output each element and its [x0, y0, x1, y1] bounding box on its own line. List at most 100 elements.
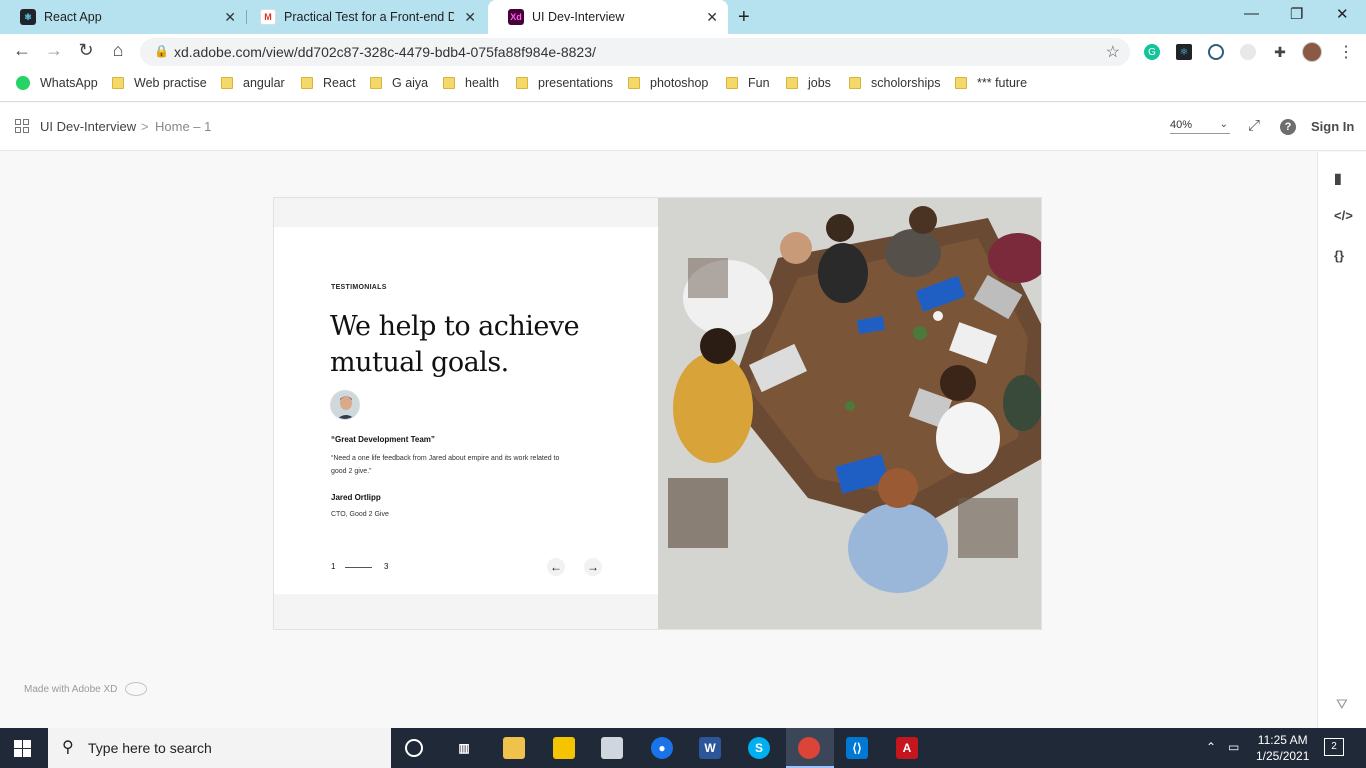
folder-icon — [628, 77, 640, 89]
cortana-icon[interactable] — [405, 739, 423, 757]
made-with-adobe-xd[interactable]: Made with Adobe XD — [24, 682, 148, 696]
url-text[interactable]: xd.adobe.com/view/dd702c87-328c-4479-bdb… — [174, 44, 596, 60]
bookmark-folder[interactable]: health — [443, 76, 499, 90]
browser-menu-icon[interactable]: ⋮ — [1338, 42, 1354, 62]
pager-current: 1 — [331, 562, 336, 571]
bookmark-folder[interactable]: G aiya — [370, 76, 428, 90]
sign-in-button[interactable]: Sign In — [1311, 119, 1354, 134]
quote-title: “Great Development Team” — [331, 435, 435, 444]
file-explorer-icon[interactable] — [503, 737, 525, 759]
extension-gray-icon[interactable] — [1240, 44, 1256, 60]
browser-toolbar: ← → ↻ ⌂ 🔒 xd.adobe.com/view/dd702c87-328… — [0, 34, 1366, 70]
tab-react-app[interactable]: ⚛ React App ✕ — [0, 0, 246, 34]
vscode-icon[interactable]: ⟨⟩ — [846, 737, 868, 759]
next-arrow-icon[interactable]: → — [584, 558, 602, 576]
search-icon: ⚲ — [62, 739, 74, 756]
chevron-up-icon[interactable]: ⌃ — [1206, 740, 1216, 754]
whatsapp-icon — [16, 76, 30, 90]
folder-icon — [221, 77, 233, 89]
home-icon[interactable]: ⌂ — [106, 40, 130, 61]
photos-icon[interactable] — [601, 737, 623, 759]
extension-timer-icon[interactable] — [1208, 44, 1224, 60]
folder-icon — [301, 77, 313, 89]
right-rail: ▮ </> {} — [1317, 152, 1366, 728]
author-name: Jared Ortlipp — [331, 493, 381, 502]
grammarly-icon[interactable]: G — [1144, 44, 1160, 60]
notification-center-icon[interactable]: 2 — [1324, 738, 1344, 756]
previous-arrow-icon[interactable]: ← — [547, 558, 565, 576]
close-window-icon[interactable]: ✕ — [1336, 5, 1349, 23]
pager-divider — [345, 567, 372, 568]
headline-line: We help to achieve — [330, 311, 580, 342]
author-role: CTO, Good 2 Give — [331, 511, 389, 518]
new-tab-button[interactable]: + — [738, 6, 750, 29]
breadcrumb-project[interactable]: UI Dev-Interview — [40, 119, 136, 134]
react-devtools-icon[interactable]: ⚛ — [1176, 44, 1192, 60]
network-icon[interactable]: ▭ — [1228, 740, 1239, 754]
fullscreen-icon[interactable]: ⤢ — [1248, 117, 1260, 134]
comment-icon[interactable]: ▮ — [1334, 170, 1342, 187]
close-tab-icon[interactable]: ✕ — [706, 9, 718, 26]
artboard-preview: TESTIMONIALS We help to achieve mutual g… — [273, 197, 1042, 630]
filter-icon[interactable]: ⛛ — [1336, 696, 1348, 713]
forward-icon[interactable]: → — [42, 40, 66, 61]
folder-icon — [112, 77, 124, 89]
tab-title: Practical Test for a Front-end Dev — [284, 10, 454, 24]
windows-taskbar: ⚲ Type here to search ▥ ● W S ⟨⟩ A ⌃ ▭ 1… — [0, 728, 1366, 768]
pager-total: 3 — [384, 562, 389, 571]
bookmark-folder[interactable]: React — [301, 76, 356, 90]
folder-icon — [849, 77, 861, 89]
tab-title: UI Dev-Interview — [532, 10, 625, 24]
tab-ui-dev-interview[interactable]: Xd UI Dev-Interview ✕ — [488, 0, 728, 34]
skype-icon[interactable]: S — [748, 737, 770, 759]
browser-tab-strip: ⚛ React App ✕ M Practical Test for a Fro… — [0, 0, 1366, 34]
close-tab-icon[interactable]: ✕ — [464, 9, 476, 26]
word-icon[interactable]: W — [699, 737, 721, 759]
maps-icon[interactable]: ● — [651, 737, 673, 759]
testimonial-card: TESTIMONIALS We help to achieve mutual g… — [274, 227, 659, 594]
sticky-notes-icon[interactable] — [553, 737, 575, 759]
folder-icon — [786, 77, 798, 89]
bookmark-folder[interactable]: jobs — [786, 76, 831, 90]
tab-practical-test[interactable]: M Practical Test for a Front-end Dev ✕ — [240, 0, 486, 34]
code-icon[interactable]: </> — [1334, 208, 1353, 223]
acrobat-icon[interactable]: A — [896, 737, 918, 759]
headline-line: mutual goals. — [330, 347, 509, 378]
bookmark-folder[interactable]: angular — [221, 76, 285, 90]
close-tab-icon[interactable]: ✕ — [224, 9, 236, 26]
system-clock[interactable]: 11:25 AM 1/25/2021 — [1256, 732, 1309, 764]
bookmark-folder[interactable]: presentations — [516, 76, 613, 90]
extensions-puzzle-icon[interactable]: ✚ — [1272, 44, 1288, 60]
bookmark-folder[interactable]: Web practise — [112, 76, 207, 90]
help-icon[interactable]: ? — [1280, 119, 1296, 135]
bookmark-folder[interactable]: *** future — [955, 76, 1027, 90]
restore-icon[interactable]: ❐ — [1290, 5, 1303, 23]
specs-braces-icon[interactable]: {} — [1334, 248, 1344, 263]
lock-icon[interactable]: 🔒 — [154, 44, 169, 58]
zoom-select[interactable]: 40% ⌄ — [1170, 119, 1230, 134]
bookmark-star-icon[interactable]: ☆ — [1106, 42, 1120, 62]
windows-start-icon[interactable] — [14, 740, 31, 757]
profile-avatar[interactable] — [1302, 42, 1322, 62]
chrome-icon[interactable] — [798, 737, 820, 759]
headline: We help to achieve mutual goals. — [330, 309, 630, 381]
section-kicker: TESTIMONIALS — [331, 284, 387, 291]
breadcrumb-chevron-icon: > — [141, 119, 149, 134]
reload-icon[interactable]: ↻ — [74, 40, 98, 61]
bookmark-folder[interactable]: Fun — [726, 76, 770, 90]
task-view-icon[interactable]: ▥ — [453, 737, 475, 759]
grid-view-icon[interactable] — [15, 119, 29, 133]
bookmark-whatsapp[interactable]: WhatsApp — [16, 76, 98, 90]
notification-count: 2 — [1331, 741, 1337, 752]
breadcrumb-page[interactable]: Home – 1 — [155, 119, 211, 134]
bookmark-folder[interactable]: photoshop — [628, 76, 708, 90]
address-bar[interactable]: 🔒 xd.adobe.com/view/dd702c87-328c-4479-b… — [140, 38, 1130, 66]
adobe-xd-icon: Xd — [508, 9, 524, 25]
back-icon[interactable]: ← — [10, 40, 34, 61]
team-meeting-photo — [658, 198, 1041, 629]
bookmarks-bar: WhatsApp Web practise angular React G ai… — [0, 70, 1366, 102]
minimize-icon[interactable]: — — [1244, 5, 1259, 22]
tab-title: React App — [44, 10, 102, 24]
taskbar-search[interactable]: ⚲ Type here to search — [48, 728, 391, 768]
bookmark-folder[interactable]: scholorships — [849, 76, 940, 90]
